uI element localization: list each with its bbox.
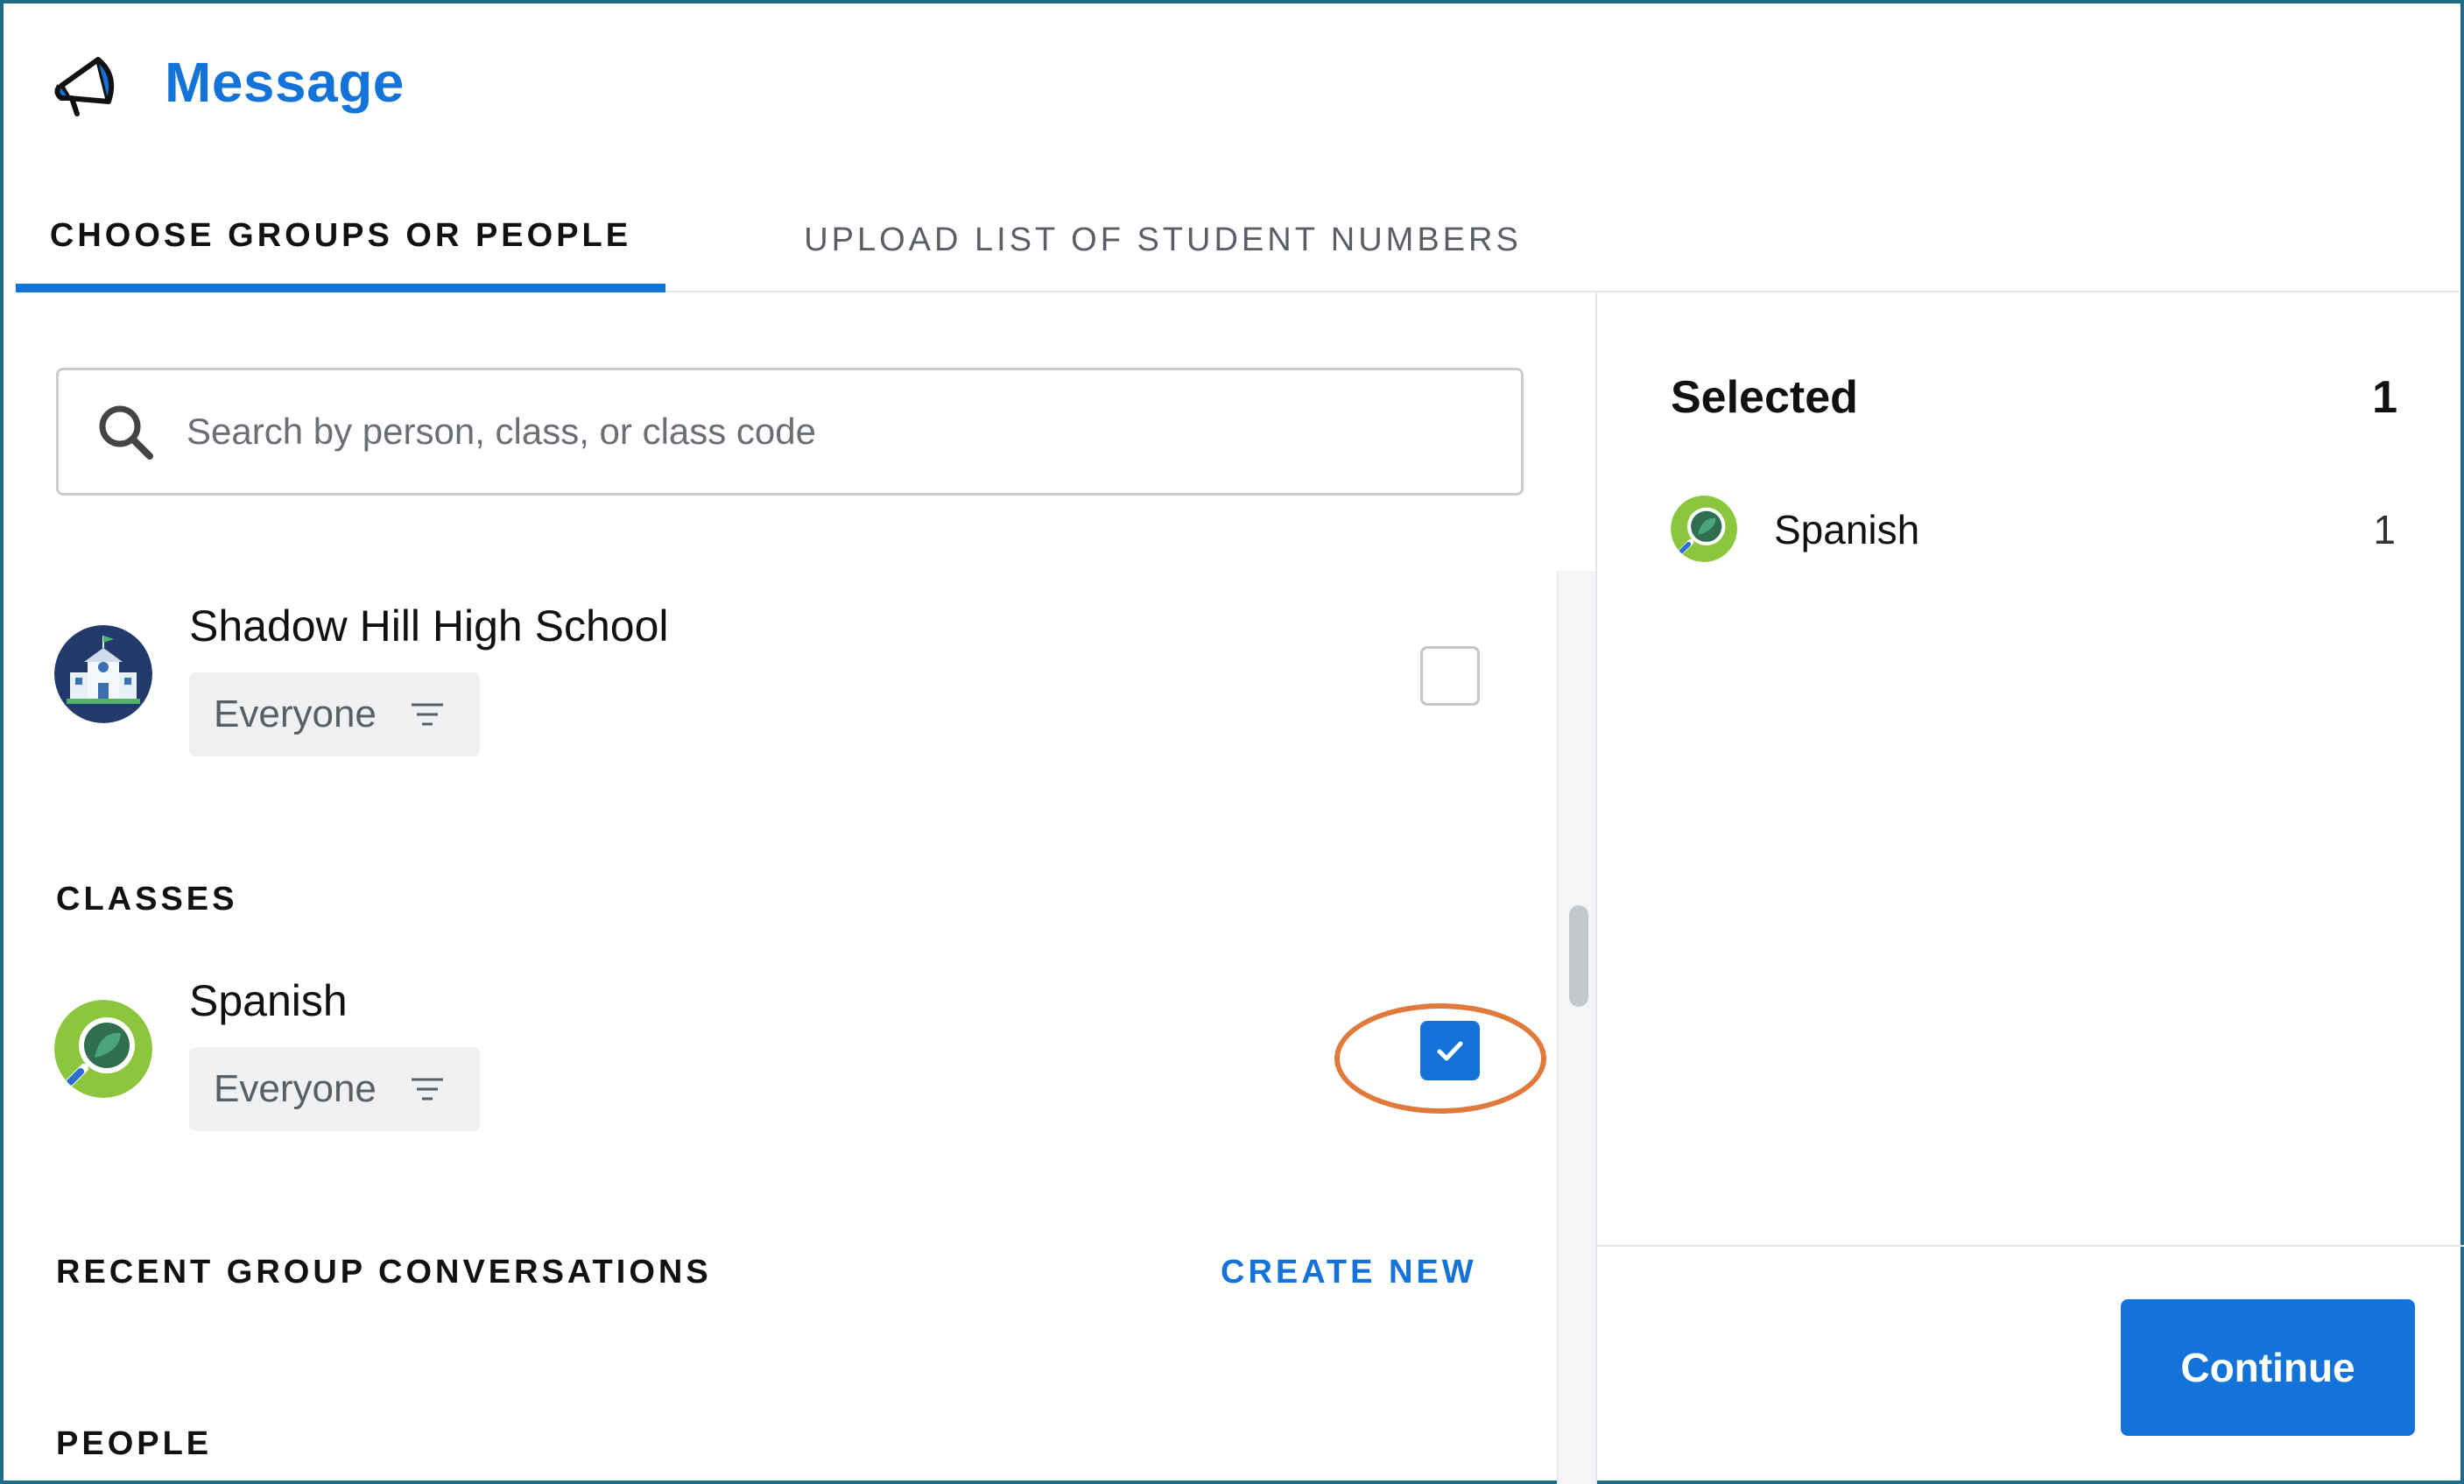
megaphone-icon xyxy=(54,57,114,116)
school-name: Shadow Hill High School xyxy=(189,601,669,651)
school-checkbox[interactable] xyxy=(1420,646,1480,706)
class-avatar xyxy=(54,1000,152,1098)
scrollbar-thumb[interactable] xyxy=(1569,905,1588,1007)
selected-title: Selected xyxy=(1671,372,1858,423)
section-label-people: PEOPLE xyxy=(56,1425,213,1462)
section-label-recent-groups: RECENT GROUP CONVERSATIONS xyxy=(56,1254,712,1291)
scrollbar[interactable] xyxy=(1557,571,1595,1484)
filter-icon xyxy=(411,703,443,726)
audience-label: Everyone xyxy=(214,693,377,735)
class-name: Spanish xyxy=(189,976,348,1025)
annotation-highlight-ring xyxy=(1334,1003,1546,1114)
leaf-magnifier-icon xyxy=(1671,496,1737,562)
recipient-list[interactable]: Shadow Hill High School Everyone CLASSES xyxy=(4,571,1557,1484)
tab-upload-student-numbers[interactable]: UPLOAD LIST OF STUDENT NUMBERS xyxy=(769,187,1557,292)
page-title: Message xyxy=(165,51,405,114)
dialog-header: Message xyxy=(53,47,405,117)
pane-divider xyxy=(1595,292,1597,1484)
list-item-class: Spanish Everyone xyxy=(54,946,1490,1131)
tab-bar: CHOOSE GROUPS OR PEOPLE UPLOAD LIST OF S… xyxy=(16,187,2459,292)
section-label-classes: CLASSES xyxy=(56,881,238,918)
tab-choose-groups[interactable]: CHOOSE GROUPS OR PEOPLE xyxy=(16,187,665,292)
school-avatar xyxy=(54,625,152,723)
filter-icon xyxy=(411,1078,443,1101)
selected-count: 1 xyxy=(2372,372,2397,423)
school-building-icon xyxy=(54,625,152,723)
create-new-link[interactable]: CREATE NEW xyxy=(1221,1254,1477,1291)
leaf-magnifier-icon xyxy=(54,1000,152,1098)
continue-button[interactable]: Continue xyxy=(2121,1299,2415,1436)
message-dialog: Message CHOOSE GROUPS OR PEOPLE UPLOAD L… xyxy=(0,0,2464,1484)
selected-item: Spanish 1 xyxy=(1671,492,2406,566)
selected-item-avatar xyxy=(1671,496,1737,562)
audience-filter-chip[interactable]: Everyone xyxy=(189,1047,480,1131)
search-box[interactable] xyxy=(56,368,1524,496)
audience-label: Everyone xyxy=(214,1067,377,1110)
footer-divider xyxy=(1597,1245,2464,1247)
list-item-school: Shadow Hill High School Everyone xyxy=(54,571,1490,756)
audience-filter-chip[interactable]: Everyone xyxy=(189,672,480,756)
search-input[interactable] xyxy=(187,411,1412,453)
selected-item-count: 1 xyxy=(2373,507,2396,552)
search-icon xyxy=(99,405,153,460)
selected-item-name: Spanish xyxy=(1774,507,1920,552)
